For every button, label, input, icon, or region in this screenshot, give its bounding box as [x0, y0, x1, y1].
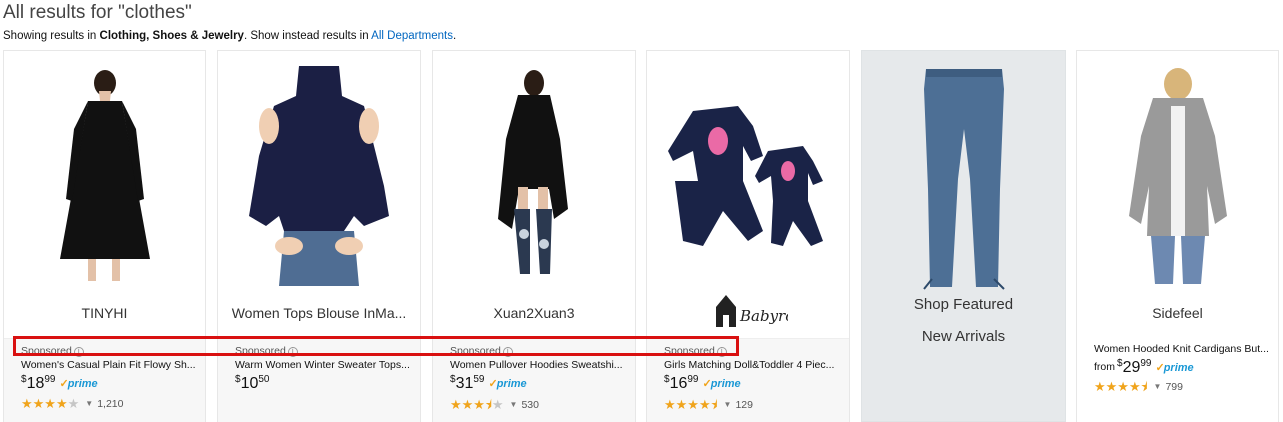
product-price: $3159 ✓prime [450, 374, 527, 392]
product-image[interactable] [1077, 65, 1278, 287]
product-image[interactable] [218, 65, 420, 287]
product-price: $1699 ✓prime [664, 374, 741, 392]
sponsored-label: Sponsored i [235, 345, 298, 357]
pajamas-image [668, 106, 823, 246]
review-count: 530 [521, 399, 539, 411]
product-title[interactable]: Women Hooded Knit Cardigans But... [1094, 343, 1270, 355]
babyroom-logo-icon: Babyroom [716, 295, 818, 327]
product-price: from $2999 ✓prime [1094, 358, 1194, 376]
product-image[interactable] [647, 65, 849, 287]
showing-prefix: Showing results in [3, 30, 97, 42]
prime-badge: ✓prime [1155, 362, 1194, 374]
info-icon[interactable]: i [502, 347, 513, 357]
product-card[interactable]: Sidefeel Women Hooded Knit Cardigans But… [1076, 50, 1279, 422]
review-count: 799 [1165, 381, 1183, 393]
star-rating[interactable]: ★★★⯨★ ▼ 530 [450, 396, 539, 418]
prime-badge: ✓prime [488, 378, 527, 390]
star-rating[interactable]: ★★★★⯨ ▼ 799 [1094, 378, 1183, 400]
sponsored-label: Sponsored i [664, 345, 727, 357]
stars-icon: ★★★⯨★ [450, 397, 504, 412]
new-arrivals-label[interactable]: New Arrivals [862, 328, 1065, 345]
card-footer: Sponsored i Women's Casual Plain Fit Flow… [4, 338, 205, 422]
product-image[interactable] [4, 65, 205, 287]
babyroom-logo[interactable]: Babyroom [712, 291, 818, 338]
product-card[interactable]: Women Tops Blouse InMa... Sponsored i War… [217, 50, 421, 422]
stars-icon: ★★★★★ [21, 396, 80, 411]
star-rating[interactable]: ★★★★★ ▼ 1,210 [21, 396, 123, 412]
product-title[interactable]: Women's Casual Plain Fit Flowy Sh... [21, 359, 197, 371]
prime-badge: ✓prime [702, 378, 741, 390]
brand-name[interactable]: Sidefeel [1077, 305, 1278, 321]
product-price: $1899 ✓prime [21, 374, 98, 392]
info-icon[interactable]: i [287, 347, 298, 357]
results-subtitle: Showing results in Clothing, Shoes & Jew… [3, 30, 457, 42]
info-icon[interactable]: i [73, 347, 84, 357]
caret-down-icon[interactable]: ▼ [724, 400, 732, 409]
results-title: All results for "clothes" [3, 2, 192, 23]
jeans-image [922, 69, 1005, 290]
instead-text: . Show instead results in [243, 30, 369, 42]
brand-name[interactable]: TINYHI [4, 305, 205, 321]
star-rating[interactable]: ★★★★⯨ ▼ 129 [664, 396, 753, 418]
brand-name[interactable]: Xuan2Xuan3 [433, 305, 635, 321]
stars-icon: ★★★★⯨ [1094, 379, 1148, 394]
product-card[interactable]: Xuan2Xuan3 Sponsored i Women Pullover Hoo… [432, 50, 636, 422]
sponsored-label: Sponsored i [450, 345, 513, 357]
review-count: 129 [735, 399, 753, 411]
card-footer: Sponsored i Girls Matching Doll&Toddler 4… [647, 338, 849, 422]
review-count: 1,210 [97, 398, 124, 410]
product-price: $1050 [235, 374, 270, 392]
prime-badge: ✓prime [59, 378, 98, 390]
black-hoodie-image [498, 69, 568, 274]
card-footer: Sponsored i Warm Women Winter Sweater Top… [218, 338, 420, 422]
brand-name[interactable]: Women Tops Blouse InMa... [218, 305, 420, 321]
sponsored-label: Sponsored i [21, 345, 84, 357]
category-name: Clothing, Shoes & Jewelry [99, 30, 244, 42]
stars-icon: ★★★★⯨ [664, 397, 718, 412]
product-title[interactable]: Girls Matching Doll&Toddler 4 Piec... [664, 359, 841, 371]
product-title[interactable]: Warm Women Winter Sweater Tops... [235, 359, 412, 371]
navy-sweater-image [249, 66, 389, 286]
product-title[interactable]: Women Pullover Hoodies Sweatshi... [450, 359, 627, 371]
info-icon[interactable]: i [716, 347, 727, 357]
shop-featured-card[interactable]: Shop Featured New Arrivals [861, 50, 1066, 422]
shop-featured-label[interactable]: Shop Featured [862, 296, 1065, 313]
product-card[interactable]: TINYHI Sponsored i Women's Casual Plain F… [3, 50, 206, 422]
svg-text:Babyroom: Babyroom [739, 307, 788, 325]
knit-cardigan-image [1128, 68, 1227, 284]
caret-down-icon[interactable]: ▼ [1154, 382, 1162, 391]
all-departments-link[interactable]: All Departments [371, 30, 453, 42]
featured-image[interactable] [862, 69, 1065, 294]
card-footer: Sponsored i Women Pullover Hoodies Sweats… [433, 338, 635, 422]
product-image[interactable] [433, 65, 635, 287]
caret-down-icon[interactable]: ▼ [510, 400, 518, 409]
black-dress-image [59, 69, 150, 281]
caret-down-icon[interactable]: ▼ [85, 399, 93, 408]
product-card[interactable]: Sponsored i Girls Matching Doll&Toddler 4… [646, 50, 850, 422]
card-footer: Women Hooded Knit Cardigans But... from $… [1077, 338, 1278, 422]
